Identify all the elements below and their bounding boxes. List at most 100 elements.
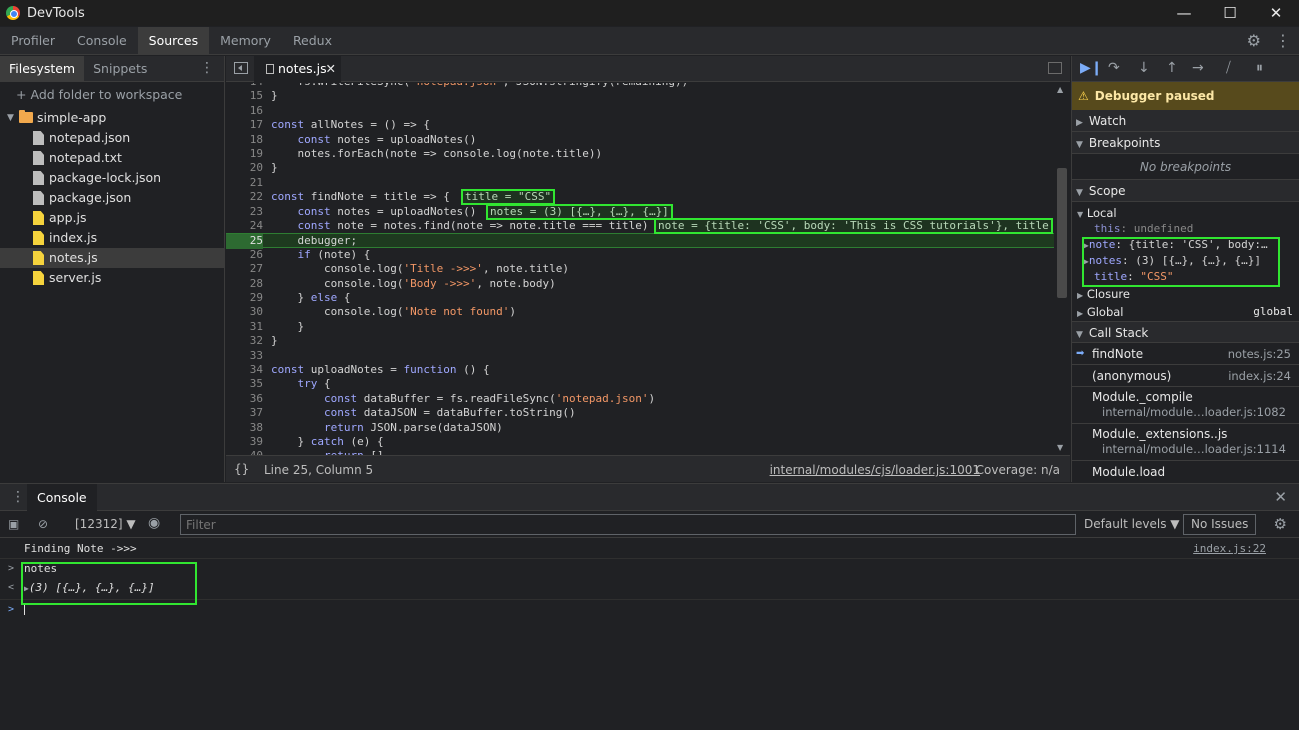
add-folder-button[interactable]: + Add folder to workspace	[0, 82, 224, 108]
line-number[interactable]: 19	[226, 147, 263, 161]
step-out-icon[interactable]: ↑	[1166, 60, 1178, 76]
log-levels-dropdown[interactable]: Default levels ▼	[1084, 517, 1180, 531]
breakpoints-section-header[interactable]: ▼ Breakpoints	[1072, 132, 1299, 154]
editor-tab-notes-js[interactable]: notes.js ✕	[254, 56, 341, 82]
step-over-icon[interactable]: ↷	[1108, 60, 1120, 76]
tab-sources[interactable]: Sources	[137, 27, 210, 54]
expand-arrow-icon[interactable]: ▼	[7, 108, 14, 128]
tab-filesystem[interactable]: Filesystem	[0, 56, 85, 81]
log-source-link[interactable]: index.js:22	[1193, 539, 1266, 559]
code-line[interactable]: 37 const dataJSON = dataBuffer.toString(…	[226, 406, 1054, 420]
tab-profiler[interactable]: Profiler	[0, 27, 66, 54]
call-frame[interactable]: ➡ findNote notes.js:25	[1072, 343, 1299, 365]
clear-console-icon[interactable]: ⊘	[38, 517, 48, 531]
toggle-debugger-icon[interactable]	[1048, 62, 1062, 74]
deactivate-breakpoints-icon[interactable]: ⧸	[1226, 60, 1231, 76]
line-number[interactable]: 36	[226, 392, 263, 406]
line-number[interactable]: 29	[226, 291, 263, 305]
code-line[interactable]: 21	[226, 176, 1054, 190]
line-number[interactable]: 17	[226, 118, 263, 132]
file-item[interactable]: notepad.json	[0, 128, 224, 148]
drawer-tab-console[interactable]: Console	[27, 484, 97, 511]
scope-section-header[interactable]: ▼ Scope	[1072, 180, 1299, 202]
code-line[interactable]: 38 return JSON.parse(dataJSON)	[226, 421, 1054, 435]
scope-var-this[interactable]: this: undefined	[1072, 221, 1299, 237]
file-item[interactable]: package.json	[0, 188, 224, 208]
line-number[interactable]: 35	[226, 377, 263, 391]
code-line[interactable]: 26 if (note) {	[226, 248, 1054, 262]
call-stack-section-header[interactable]: ▼ Call Stack	[1072, 321, 1299, 343]
file-item-selected[interactable]: notes.js	[0, 248, 224, 268]
line-number[interactable]: 31	[226, 320, 263, 334]
more-options-icon[interactable]: ⋮	[1275, 31, 1291, 50]
code-line[interactable]: 32}	[226, 334, 1054, 348]
code-line[interactable]: 22 const findNote = title => {	[226, 190, 1054, 204]
file-item[interactable]: package-lock.json	[0, 168, 224, 188]
scroll-down-icon[interactable]: ▼	[1057, 443, 1063, 452]
step-icon[interactable]: →	[1192, 60, 1204, 76]
code-line[interactable]: 39 } catch (e) {	[226, 435, 1054, 449]
code-line[interactable]: 30 console.log('Note not found')	[226, 305, 1054, 319]
code-line[interactable]: 15}	[226, 89, 1054, 103]
code-line[interactable]: 20}	[226, 161, 1054, 175]
call-frame[interactable]: (anonymous) index.js:24	[1072, 365, 1299, 387]
file-item[interactable]: notepad.txt	[0, 148, 224, 168]
console-settings-gear-icon[interactable]: ⚙	[1274, 515, 1287, 533]
code-line[interactable]: 17 const allNotes = () => {	[226, 118, 1054, 132]
close-tab-icon[interactable]: ✕	[326, 56, 336, 82]
issues-button[interactable]: No Issues	[1183, 514, 1257, 535]
tab-snippets[interactable]: Snippets	[84, 56, 156, 81]
code-line[interactable]: 18 const notes = uploadNotes()	[226, 133, 1054, 147]
line-number[interactable]: 22	[226, 190, 263, 204]
line-number[interactable]: 23	[226, 205, 263, 219]
line-number[interactable]: 18	[226, 133, 263, 147]
sidebar-toggle-icon[interactable]: ▣	[8, 517, 19, 531]
step-into-icon[interactable]: ↓	[1138, 60, 1150, 76]
line-number[interactable]: 25	[226, 234, 263, 249]
line-number[interactable]: 20	[226, 161, 263, 175]
toggle-navigator-icon[interactable]	[234, 62, 248, 74]
close-window-button[interactable]: ✕	[1253, 0, 1299, 26]
call-frame[interactable]: Module._compile internal/module…loader.j…	[1072, 387, 1299, 424]
code-line[interactable]: 27 console.log('Title ->>>', note.title)	[226, 262, 1054, 276]
code-line-current[interactable]: 25 debugger;	[226, 233, 1054, 249]
watch-section-header[interactable]: ▶ Watch	[1072, 110, 1299, 132]
code-line[interactable]: 35 try {	[226, 377, 1054, 391]
scope-global-header[interactable]: ▶ Global global	[1072, 303, 1299, 321]
navigator-more-icon[interactable]: ⋮	[200, 60, 214, 76]
pretty-print-button[interactable]: {}	[234, 462, 249, 476]
line-number[interactable]: 37	[226, 406, 263, 420]
file-item[interactable]: index.js	[0, 228, 224, 248]
console-filter-input[interactable]	[180, 514, 1076, 535]
live-expression-eye-icon[interactable]: ◉	[148, 515, 160, 531]
line-number[interactable]: 33	[226, 349, 263, 363]
minimize-button[interactable]: —	[1161, 0, 1207, 26]
settings-gear-icon[interactable]: ⚙	[1247, 31, 1261, 50]
line-number[interactable]: 32	[226, 334, 263, 348]
line-number[interactable]: 26	[226, 248, 263, 262]
file-item[interactable]: app.js	[0, 208, 224, 228]
code-line[interactable]: 19 notes.forEach(note => console.log(not…	[226, 147, 1054, 161]
context-selector[interactable]: [12312] ▼	[75, 517, 136, 531]
line-number[interactable]: 27	[226, 262, 263, 276]
file-item[interactable]: server.js	[0, 268, 224, 288]
scope-local-header[interactable]: ▼ Local	[1072, 205, 1299, 221]
code-line[interactable]: 33	[226, 349, 1054, 363]
source-location-link[interactable]: internal/modules/cjs/loader.js:1001	[770, 463, 980, 477]
call-frame[interactable]: Module._extensions..js internal/module…l…	[1072, 424, 1299, 461]
code-line[interactable]: 29 } else {	[226, 291, 1054, 305]
code-line[interactable]: 28 console.log('Body ->>>', note.body)	[226, 277, 1054, 291]
pause-on-exceptions-icon[interactable]: ⏸	[1256, 60, 1263, 76]
scrollbar-thumb[interactable]	[1057, 168, 1067, 298]
drawer-menu-icon[interactable]: ⋮	[11, 489, 25, 505]
maximize-button[interactable]: ☐	[1207, 0, 1253, 26]
resume-icon[interactable]: ▶❙	[1080, 60, 1103, 76]
code-line[interactable]: 16	[226, 104, 1054, 118]
tab-console[interactable]: Console	[66, 27, 138, 54]
vertical-scrollbar[interactable]: ▲ ▼	[1054, 83, 1070, 455]
line-number[interactable]: 16	[226, 104, 263, 118]
line-number[interactable]: 24	[226, 219, 263, 233]
line-number[interactable]: 39	[226, 435, 263, 449]
line-number[interactable]: 38	[226, 421, 263, 435]
folder-simple-app[interactable]: ▼ simple-app	[0, 108, 224, 128]
